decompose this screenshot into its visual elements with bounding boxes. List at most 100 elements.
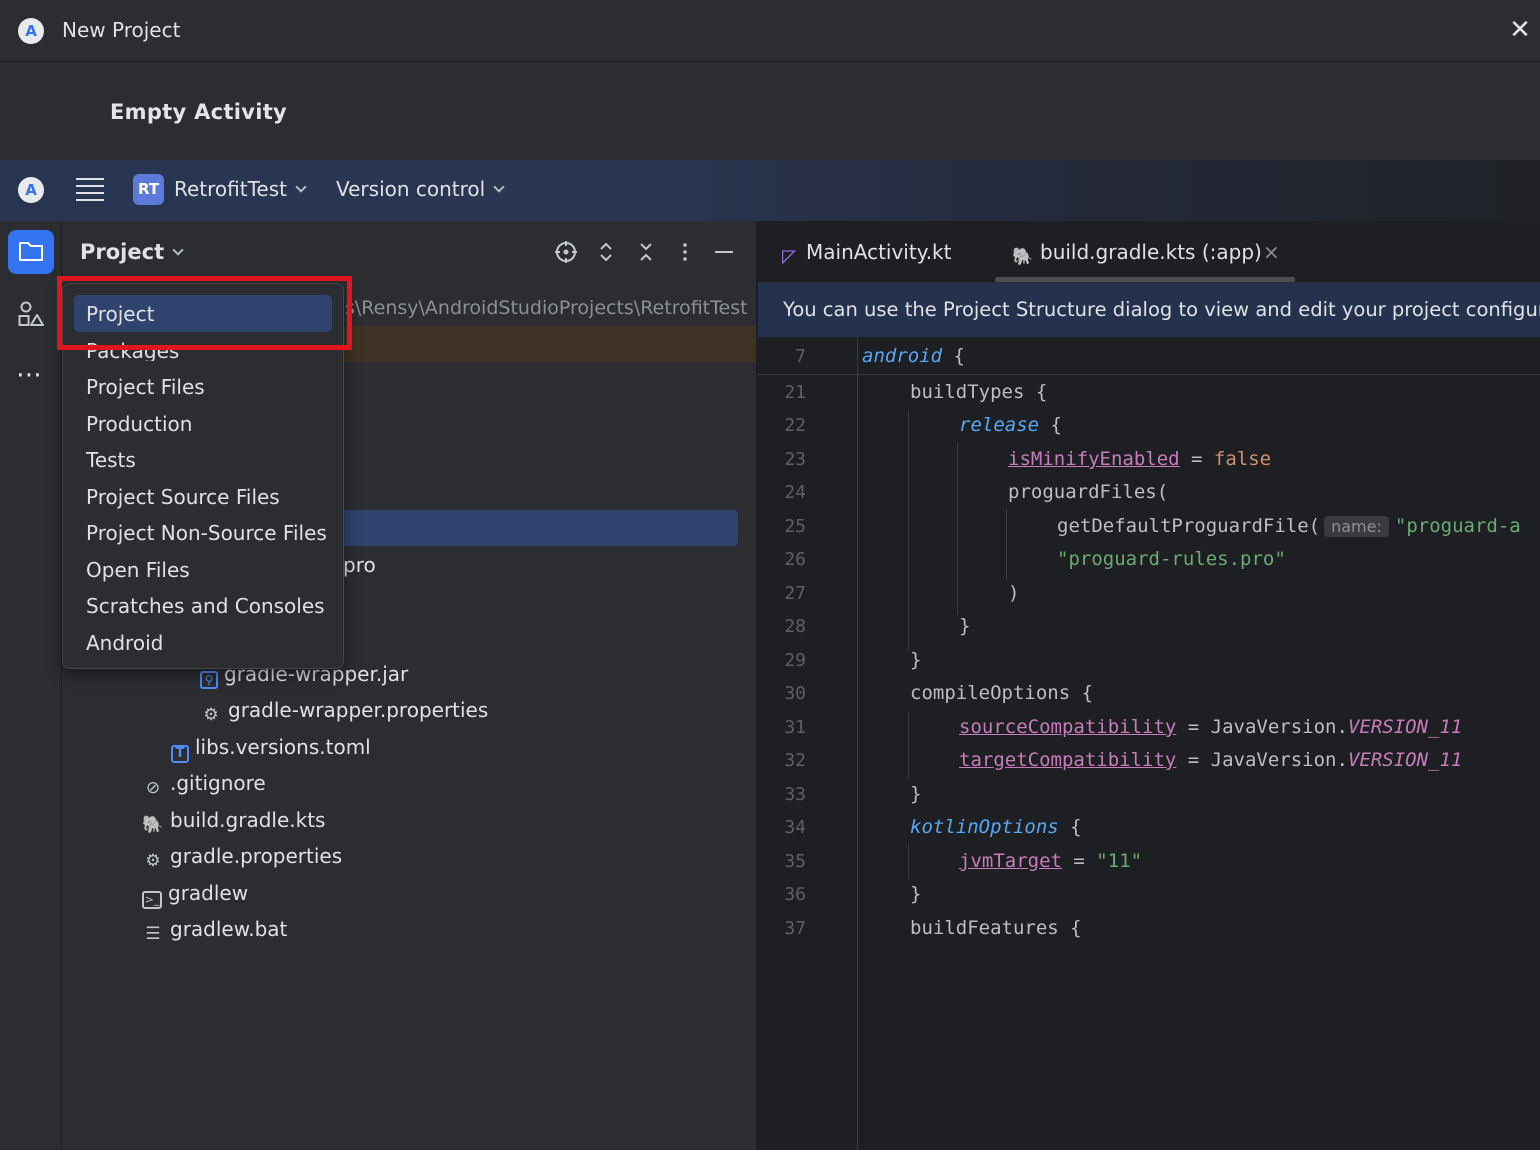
sticky-line-number: 7 [795,346,806,367]
active-tab-indicator [995,277,1295,282]
line-number: 36 [784,884,806,905]
kotlin-file-icon: ◸ [782,246,796,267]
tree-item-gitignore[interactable]: ⊘ .gitignore [142,771,266,799]
version-control-label: Version control [336,177,486,201]
dropdown-item-project-non-source-files[interactable]: Project Non-Source Files [86,521,327,545]
folder-icon [19,242,43,261]
chevron-down-icon [493,181,505,193]
project-tool-button[interactable] [8,230,54,274]
tree-row-selected[interactable] [340,510,738,546]
tab-build-gradle-app[interactable]: 🐘 build.gradle.kts (:app) [1012,240,1261,268]
code-line[interactable]: compileOptions { [910,682,1093,704]
line-number: 31 [784,717,806,738]
version-control-menu[interactable]: Version control [336,177,505,201]
tree-item-gradlew-bat[interactable]: ☰ gradlew.bat [142,917,287,945]
code-line[interactable]: "proguard-rules.pro" [1057,548,1286,570]
indent-guide [957,443,958,615]
expand-all-icon[interactable] [592,238,620,266]
hamburger-menu-icon[interactable] [76,178,104,202]
more-tools-icon[interactable]: ⋯ [16,360,44,390]
chevron-down-icon [295,181,307,193]
line-number: 25 [784,516,806,537]
annotation-highlight-box [57,276,352,350]
structure-tool-button[interactable] [17,300,45,332]
project-view-selector[interactable]: Project [80,240,184,264]
tree-item-gradle-wrapper-properties[interactable]: ⚙ gradle-wrapper.properties [200,698,488,726]
ignore-icon: ⊘ [145,778,161,798]
dialog-title: New Project [62,18,181,42]
line-number: 23 [784,449,806,470]
line-number: 32 [784,750,806,771]
collapse-all-icon[interactable] [632,238,660,266]
dropdown-item-tests[interactable]: Tests [86,448,136,472]
activity-template-label: Empty Activity [110,100,288,124]
indent-guide [908,845,909,879]
indent-guide [908,712,909,778]
code-line[interactable]: buildFeatures { [910,917,1082,939]
code-line[interactable]: } [910,783,921,805]
code-line[interactable]: release { [959,414,1062,436]
sticky-code-line: android { [862,345,965,367]
line-number: 28 [784,616,806,637]
gear-icon: ⚙ [145,851,161,871]
dropdown-item-open-files[interactable]: Open Files [86,558,190,582]
chevron-down-icon [172,244,184,256]
dropdown-item-project-source-files[interactable]: Project Source Files [86,485,280,509]
options-menu-icon[interactable] [671,238,699,266]
line-number: 27 [784,583,806,604]
line-number: 33 [784,784,806,805]
code-line[interactable]: } [959,615,970,637]
dropdown-item-project-files[interactable]: Project Files [86,375,205,399]
code-line[interactable]: jvmTarget = "11" [959,850,1142,872]
dropdown-item-scratches-and-consoles[interactable]: Scratches and Consoles [86,594,325,618]
indent-guide [1006,510,1007,580]
parameter-hint: name: [1324,516,1389,537]
tab-close-icon[interactable]: × [1263,240,1280,264]
gear-icon: ⚙ [203,705,219,725]
gradle-icon: 🐘 [142,815,164,835]
locate-file-icon[interactable] [552,238,580,266]
code-line[interactable]: getDefaultProguardFile(name: "proguard-a [1057,515,1521,537]
code-line[interactable]: isMinifyEnabled = false [1008,448,1271,470]
project-switcher[interactable]: RetrofitTest [174,177,307,201]
project-view-title: Project [80,240,165,264]
tree-item-partial[interactable]: pro [343,553,376,577]
code-line[interactable]: sourceCompatibility = JavaVersion.VERSIO… [959,716,1462,738]
tree-item-gradlew[interactable]: >_ gradlew [142,881,248,909]
code-line[interactable]: } [910,649,921,671]
project-root-path: s\Rensy\AndroidStudioProjects\RetrofitTe… [345,297,748,319]
text-lines-icon: ☰ [145,924,161,944]
banner-text: You can use the Project Structure dialog… [783,298,1540,321]
tree-item-libs-versions-toml[interactable]: Tlibs.versions.toml [171,735,371,763]
code-line[interactable]: ) [1008,582,1019,604]
line-number: 30 [784,683,806,704]
line-number: 35 [784,851,806,872]
structure-icon [18,301,44,326]
tree-item-build-gradle-kts[interactable]: 🐘 build.gradle.kts [142,808,325,836]
code-line[interactable]: kotlinOptions { [910,816,1082,838]
hide-panel-icon[interactable] [710,238,738,266]
code-line[interactable]: proguardFiles( [1008,481,1168,503]
dropdown-item-production[interactable]: Production [86,412,192,436]
line-number: 37 [784,918,806,939]
tree-item-gradle-properties[interactable]: ⚙ gradle.properties [142,844,342,872]
line-number: 34 [784,817,806,838]
dropdown-item-android[interactable]: Android [86,631,163,655]
code-line[interactable]: targetCompatibility = JavaVersion.VERSIO… [959,749,1462,771]
line-number: 22 [784,415,806,436]
close-icon[interactable]: ✕ [1506,14,1534,46]
jar-icon: ⚲ [200,671,218,689]
tab-main-activity[interactable]: ◸ MainActivity.kt [778,240,951,268]
code-line[interactable]: buildTypes { [910,381,1047,403]
android-studio-logo-icon: A [18,18,44,44]
android-studio-logo-icon: A [18,177,44,203]
project-name: RetrofitTest [174,177,287,201]
indent-guide [908,410,909,650]
line-number: 24 [784,482,806,503]
line-number: 29 [784,650,806,671]
terminal-icon: >_ [142,891,162,909]
code-line[interactable]: } [910,883,921,905]
line-number: 21 [784,382,806,403]
toml-icon: T [171,745,189,763]
project-badge[interactable]: RT [133,174,164,205]
